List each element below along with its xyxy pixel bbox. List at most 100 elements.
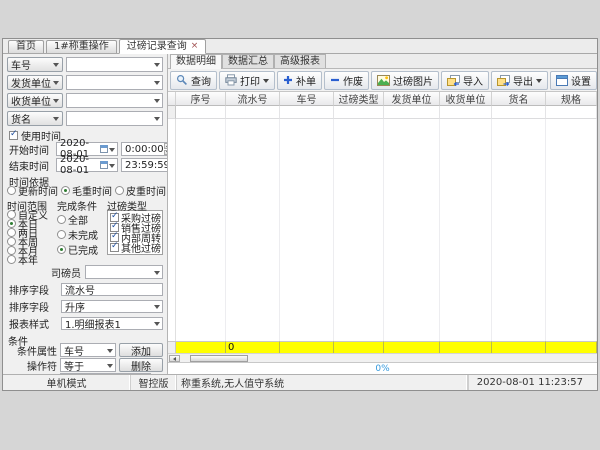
radio-icon [7,210,16,219]
chevron-down-icon [154,81,160,88]
condition-attribute-value: 车号 [64,343,107,358]
tab-data-detail[interactable]: 数据明细 [170,54,222,69]
progress-bar: 0% [168,362,597,374]
grid-empty-row[interactable] [168,106,597,119]
chevron-down-icon [154,63,160,70]
receiver-field-selector[interactable]: 收货单位 [7,93,63,108]
tab-weigh-record-query[interactable]: 过磅记录查询 × [119,39,207,54]
settings-button[interactable]: 设置 [550,71,597,90]
plus-icon [283,75,293,85]
report-style-combo[interactable]: 1.明细报表1 [61,317,163,330]
row-indicator-cell [168,106,176,119]
add-condition-button[interactable]: 添加 [119,343,163,357]
end-time-value: 23:59:59 [122,160,168,171]
query-button[interactable]: 查询 [170,71,217,90]
radio-gross-time[interactable]: 毛重时间 [61,183,112,198]
grid-body[interactable] [168,119,597,341]
app-window: 首页 1#称重操作 过磅记录查询 × 车号 [2,38,598,391]
column-header-receiver[interactable]: 收货单位 [440,92,492,106]
receiver-combo[interactable] [66,93,163,108]
horizontal-scrollbar[interactable] [168,353,597,362]
column-header-seq[interactable]: 序号 [176,92,226,106]
import-button[interactable]: 导入 [441,71,489,90]
condition-operator-value: 等于 [64,358,107,373]
filter-panel: 车号 发货单位 收货单位 [3,54,168,374]
radio-update-time[interactable]: 更新时间 [7,183,58,198]
chevron-down-icon [107,349,113,356]
radio-tare-time[interactable]: 皮重时间 [115,183,166,198]
import-icon [447,75,460,86]
radio-finished[interactable]: 已完成 [57,245,107,253]
radio-icon [57,215,66,224]
status-bar: 单机模式 智控版 称重系统,无人值守系统 2020-08-01 11:23:57 [3,374,597,390]
finish-condition-label: 完成条件 [57,198,107,208]
chevron-down-icon [109,164,115,171]
use-time-checkbox[interactable] [9,131,18,140]
receiver-field-label: 收货单位 [11,93,51,108]
weigher-combo[interactable] [85,265,163,279]
status-mode: 单机模式 [3,375,131,390]
radio-selected-icon [61,186,70,195]
delete-condition-button[interactable]: 删除 [119,358,163,372]
column-header-sender[interactable]: 发货单位 [384,92,440,106]
tab-weigh-record-query-label: 过磅记录查询 [127,41,187,53]
chevron-down-icon [154,271,160,278]
tab-advanced-report[interactable]: 高级报表 [274,54,326,68]
start-time-spinner[interactable]: 0:00:00 [121,142,168,156]
chevron-down-icon [154,117,160,124]
sender-field-selector[interactable]: 发货单位 [7,75,63,90]
goods-field-selector[interactable]: 货名 [7,111,63,126]
weigh-type-label: 过磅类型 [107,198,165,208]
column-header-serial[interactable]: 流水号 [226,92,280,106]
scrollbar-thumb[interactable] [190,355,248,362]
tab-home[interactable]: 首页 [8,40,44,53]
export-button[interactable]: 导出 [491,71,548,90]
printer-icon [225,74,237,86]
radio-all[interactable]: 全部 [57,215,107,223]
tab-weigh-operation[interactable]: 1#称重操作 [46,40,117,53]
settings-icon [556,75,568,86]
radio-this-year[interactable]: 本年 [7,255,57,263]
column-header-spec[interactable]: 规格 [546,92,597,106]
calendar-icon [100,145,108,153]
void-button[interactable]: 作废 [324,71,369,90]
vehicle-field-selector[interactable]: 车号 [7,57,63,72]
calendar-icon [100,161,108,169]
column-header-goods[interactable]: 货名 [492,92,546,106]
weigh-photo-button[interactable]: 过磅图片 [371,71,439,90]
tab-data-summary[interactable]: 数据汇总 [222,54,274,68]
scroll-left-button[interactable] [169,355,180,362]
goods-combo[interactable] [66,111,163,126]
chevron-down-icon [109,148,115,155]
end-time-spinner[interactable]: 23:59:59 [121,158,168,172]
condition-operator-combo[interactable]: 等于 [60,358,116,372]
status-datetime: 2020-08-01 11:23:57 [468,375,597,390]
chevron-down-icon [53,99,59,106]
status-edition: 智控版 [131,375,177,390]
arrow-left-icon [171,357,176,361]
chevron-down-icon [154,305,160,312]
sort-field-input[interactable]: 流水号 [61,283,163,296]
tab-home-label: 首页 [16,41,36,53]
sort-field-row: 排序字段 流水号 [9,283,163,296]
vehicle-combo[interactable] [66,57,163,72]
checkbox-other-weigh[interactable]: 其他过磅 [110,243,160,252]
report-style-value: 1.明细报表1 [65,316,154,331]
column-header-weigh-type[interactable]: 过磅类型 [334,92,384,106]
close-icon[interactable]: × [191,42,199,51]
sort-order-combo[interactable]: 升序 [61,300,163,313]
sender-combo[interactable] [66,75,163,90]
sort-field-label: 排序字段 [9,282,57,297]
condition-attribute-combo[interactable]: 车号 [60,343,116,357]
status-system-name: 称重系统,无人值守系统 [177,375,468,390]
time-range-group: 时间范围 自定义 本日 两日 本周 [7,198,57,263]
supplement-order-button[interactable]: 补单 [277,71,322,90]
chevron-down-icon [53,63,59,70]
report-style-row: 报表样式 1.明细报表1 [9,317,163,330]
end-date-picker[interactable]: 2020-08-01 [56,158,118,172]
print-button[interactable]: 打印 [219,71,275,90]
radio-unfinished[interactable]: 未完成 [57,230,107,238]
weigher-row: 司磅员 [51,265,163,279]
column-header-vehicle[interactable]: 车号 [280,92,334,106]
sender-field-label: 发货单位 [11,75,51,90]
